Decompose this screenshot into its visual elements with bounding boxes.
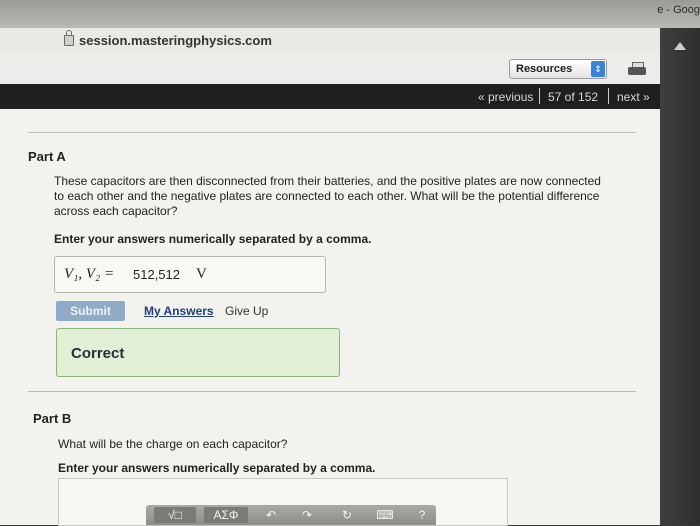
browser-tab-fragment[interactable]: e - Goog	[657, 4, 700, 16]
next-link[interactable]: next »	[617, 90, 650, 104]
pagination-bar: « previous 57 of 152 next »	[0, 84, 660, 109]
divider	[28, 391, 636, 392]
resources-label: Resources	[516, 63, 573, 75]
undo-icon[interactable]: ↶	[262, 507, 280, 523]
math-input-toolbar: √□ ΑΣΦ ↶ ↷ ↻ ⌨ ?	[146, 505, 436, 525]
part-b-question: What will be the charge on each capacito…	[58, 437, 288, 451]
resources-select[interactable]: Resources ⇕	[509, 59, 607, 79]
part-a-title: Part A	[28, 149, 66, 164]
nav-separator	[539, 88, 540, 104]
answer-unit: V	[196, 266, 207, 282]
answer-value[interactable]: 512,512	[133, 267, 180, 282]
page-toolbar: Resources ⇕	[0, 54, 660, 84]
part-b-instruction: Enter your answers numerically separated…	[58, 461, 376, 475]
part-a-instruction: Enter your answers numerically separated…	[54, 232, 372, 246]
print-icon[interactable]	[628, 62, 646, 76]
redo-icon[interactable]: ↷	[298, 507, 316, 523]
browser-top-strip: e - Goog	[0, 0, 700, 28]
feedback-box: Correct	[56, 328, 340, 377]
browser-side-panel	[660, 28, 700, 525]
question-line: These capacitors are then disconnected f…	[54, 174, 601, 188]
url-text[interactable]: session.masteringphysics.com	[79, 33, 272, 48]
symbols-button[interactable]: ΑΣΦ	[204, 507, 248, 523]
problem-content: Part A These capacitors are then disconn…	[0, 109, 660, 526]
question-line: across each capacitor?	[54, 204, 178, 218]
question-line: to each other and the negative plates ar…	[54, 189, 600, 203]
share-icon[interactable]	[674, 42, 686, 50]
my-answers-link[interactable]: My Answers	[144, 304, 214, 318]
feedback-text: Correct	[71, 345, 125, 362]
page: Resources ⇕ « previous 57 of 152 next » …	[0, 54, 660, 526]
give-up-link[interactable]: Give Up	[225, 304, 268, 318]
divider	[28, 132, 636, 133]
nav-separator	[608, 88, 609, 104]
help-button[interactable]: ?	[414, 507, 430, 523]
previous-link[interactable]: « previous	[478, 90, 533, 104]
select-arrows-icon: ⇕	[591, 61, 605, 77]
lock-icon	[64, 30, 74, 46]
keyboard-icon[interactable]: ⌨	[374, 507, 396, 523]
part-a-answer-field[interactable]: V₁, V₂ = 512,512 V	[54, 256, 326, 293]
address-bar[interactable]: session.masteringphysics.com	[0, 28, 660, 55]
problem-position: 57 of 152	[548, 90, 599, 104]
templates-button[interactable]: √□	[154, 507, 196, 523]
reset-icon[interactable]: ↻	[338, 507, 356, 523]
submit-button[interactable]: Submit	[56, 301, 125, 321]
part-b-title: Part B	[33, 411, 72, 426]
answer-variables: V₁, V₂ =	[64, 266, 115, 282]
part-a-question: These capacitors are then disconnected f…	[54, 174, 601, 219]
